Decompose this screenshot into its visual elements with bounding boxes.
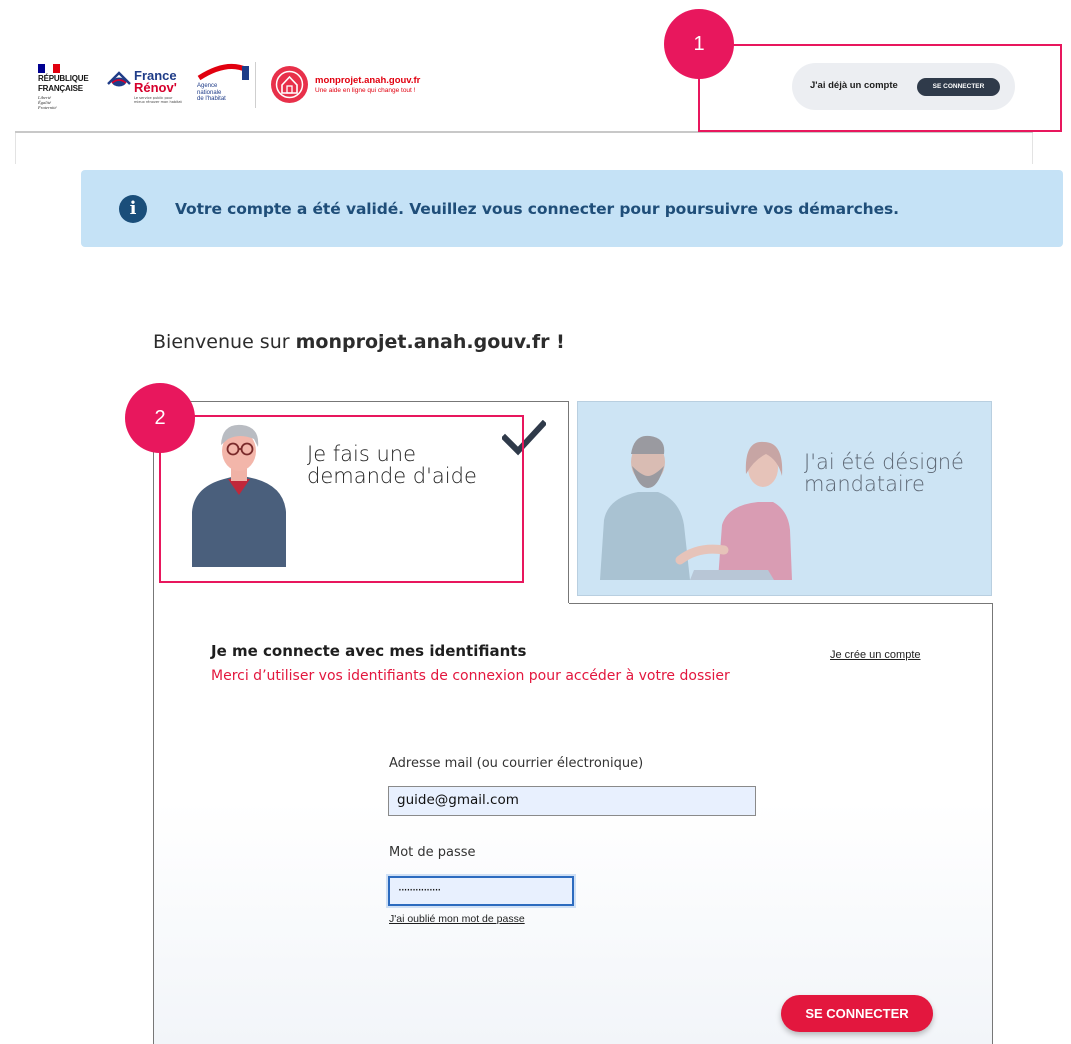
anah-text: Agence nationale de l'habitat (197, 83, 226, 103)
email-field[interactable]: guide@gmail.com (388, 786, 756, 816)
anah-line: de l'habitat (197, 96, 226, 102)
logo-separator (255, 62, 256, 108)
welcome-prefix: Bienvenue sur (153, 331, 296, 353)
annotation-marker-2: 2 (125, 383, 195, 453)
welcome-heading: Bienvenue sur monprojet.anah.gouv.fr ! (153, 331, 565, 353)
tab-divider (568, 401, 569, 604)
house-outline-icon (275, 70, 304, 99)
email-label: Adresse mail (ou courrier électronique) (389, 756, 644, 771)
header-left-edge (15, 133, 16, 164)
create-account-link[interactable]: Je crée un compte (830, 649, 921, 661)
monprojet-house-icon (271, 66, 308, 103)
welcome-site: monprojet.anah.gouv.fr ! (295, 331, 565, 353)
mandataire-couple-illustration-icon (600, 435, 792, 580)
forgot-password-link[interactable]: J'ai oublié mon mot de passe (389, 913, 525, 925)
login-subtitle: Merci d’utiliser vos identifiants de con… (211, 668, 730, 684)
anah-swoosh-icon (197, 63, 249, 81)
annotation-box-2 (159, 415, 524, 583)
france-renov-house-icon (107, 71, 131, 87)
tab-mandataire-label: J'ai été désigné mandataire (804, 450, 964, 496)
panel-top-border (569, 603, 993, 604)
annotation-box-1 (698, 44, 1062, 132)
france-renov-tagline: Le service public pour mieux rénover mon… (134, 96, 182, 104)
france-renov-logo[interactable]: France Rénov' Le service public pour mie… (107, 66, 193, 106)
banner-message: Votre compte a été validé. Veuillez vous… (175, 200, 899, 218)
password-label: Mot de passe (389, 845, 476, 860)
france-renov-title2: Rénov' (134, 80, 177, 95)
rf-motto-line: Fraternité (38, 105, 57, 110)
annotation-marker-1: 1 (664, 9, 734, 79)
anah-logo[interactable]: Agence nationale de l'habitat (191, 62, 257, 114)
info-icon: i (119, 195, 147, 223)
tab-mandataire[interactable]: J'ai été désigné mandataire (577, 401, 992, 596)
login-title: Je me connecte avec mes identifiants (211, 642, 527, 660)
republique-francaise-logo[interactable]: RÉPUBLIQUE FRANÇAISE Liberté Égalité Fra… (38, 64, 104, 120)
rf-motto: Liberté Égalité Fraternité (38, 95, 104, 110)
password-field[interactable]: ··············· (388, 876, 574, 906)
rf-logo-line2: FRANÇAISE (38, 84, 83, 93)
monprojet-logo[interactable]: monprojet.anah.gouv.fr Une aide en ligne… (271, 66, 441, 106)
info-banner: i Votre compte a été validé. Veuillez vo… (81, 170, 1063, 247)
monprojet-title: monprojet.anah.gouv.fr (315, 75, 421, 86)
rf-logo-line1: RÉPUBLIQUE (38, 74, 89, 83)
login-submit-button[interactable]: SE CONNECTER (781, 995, 933, 1032)
monprojet-subtitle: Une aide en ligne qui change tout ! (315, 87, 416, 94)
french-flag-icon (38, 64, 60, 73)
header-right-edge (1032, 133, 1033, 164)
